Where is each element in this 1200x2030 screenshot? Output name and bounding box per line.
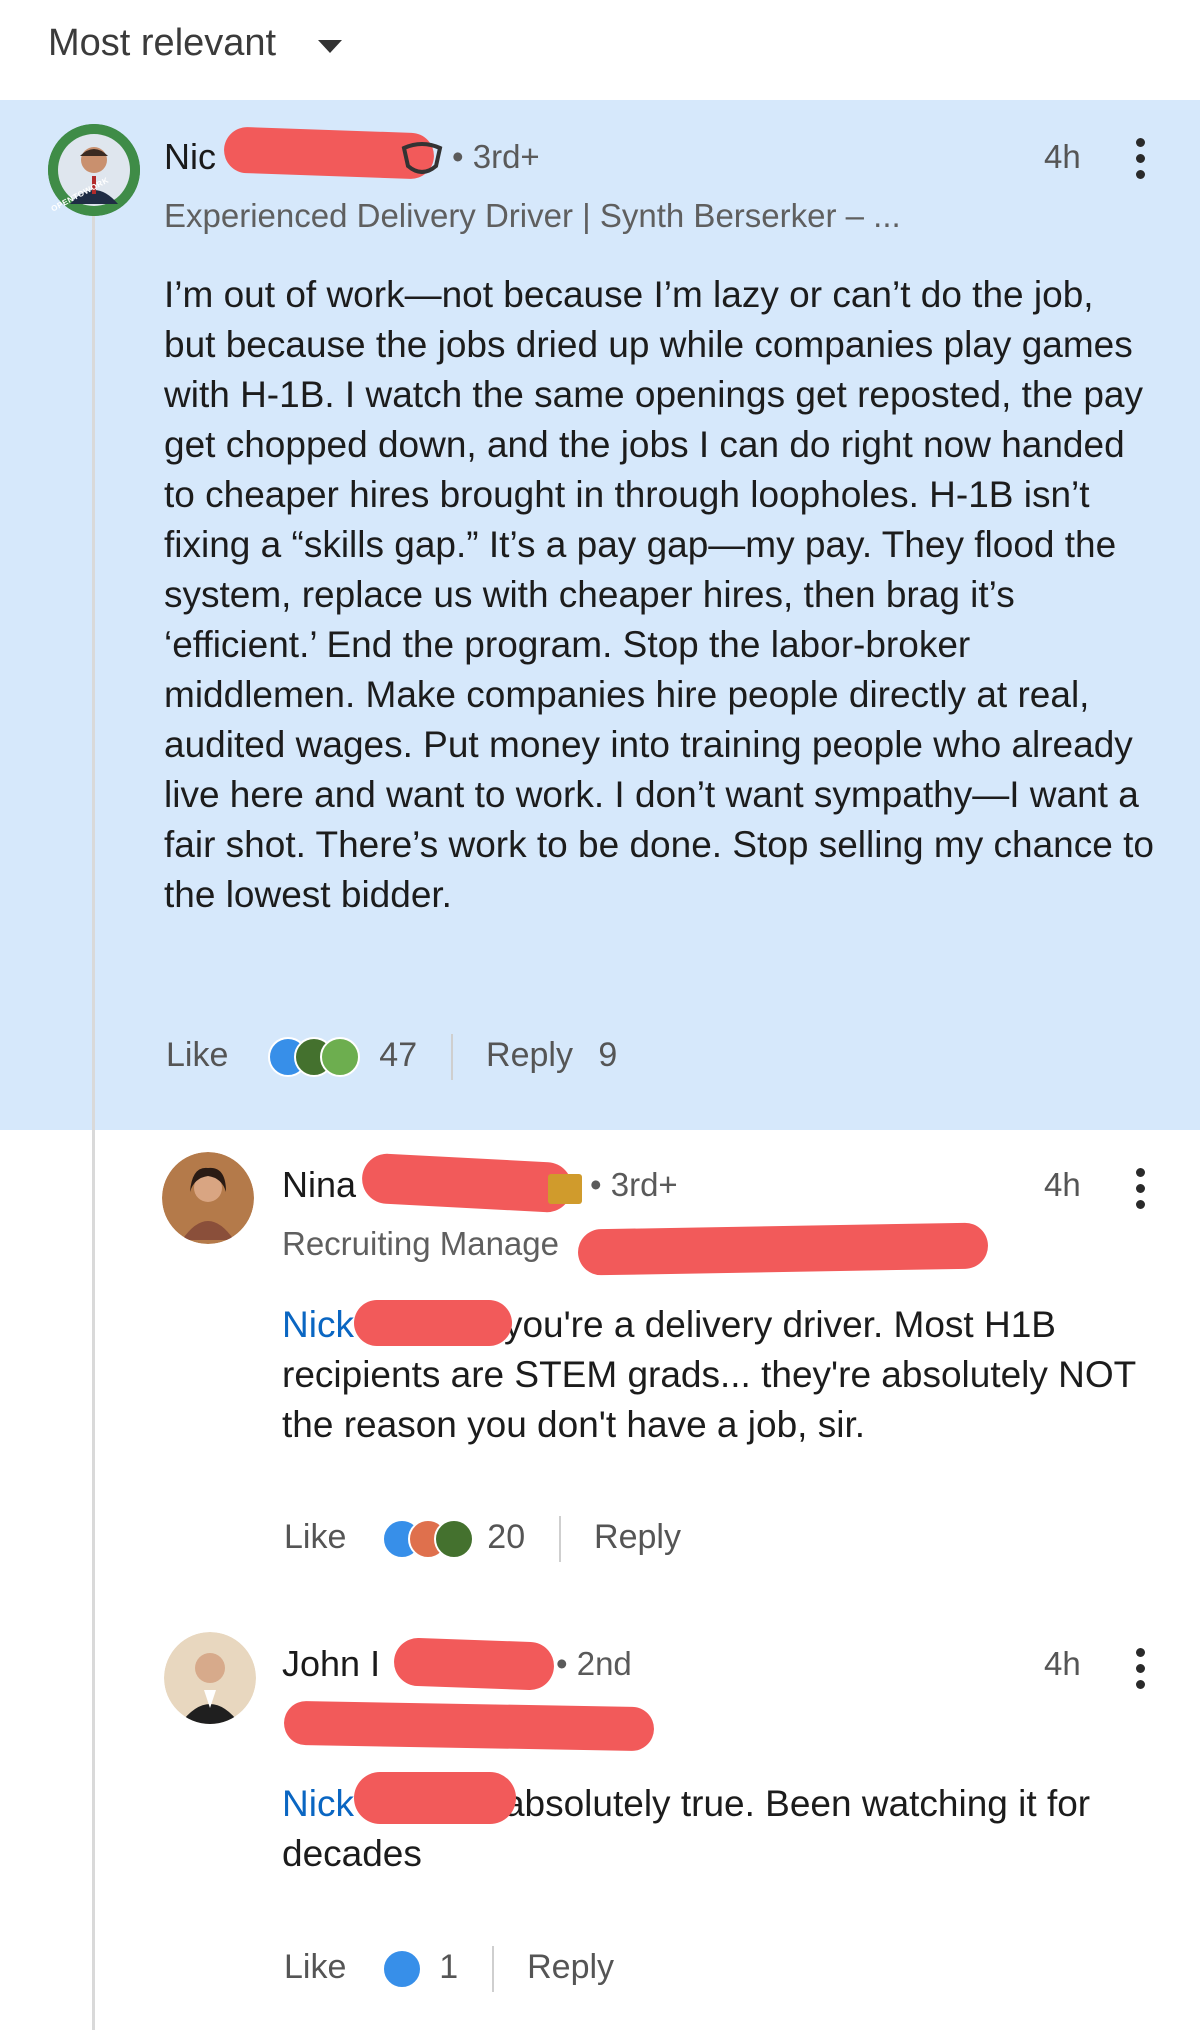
redaction-mark bbox=[393, 1637, 555, 1691]
reaction-icons[interactable] bbox=[381, 1519, 486, 1559]
author-name[interactable]: John I bbox=[282, 1643, 380, 1685]
sort-dropdown-label[interactable]: Most relevant bbox=[48, 22, 276, 65]
redaction-mark bbox=[354, 1772, 516, 1824]
author-name[interactable]: Nina bbox=[282, 1164, 356, 1206]
avatar[interactable] bbox=[162, 1152, 254, 1244]
more-options-icon[interactable] bbox=[1136, 138, 1148, 186]
connection-degree: • 3rd+ bbox=[452, 138, 540, 175]
reaction-count[interactable]: 1 bbox=[439, 1948, 458, 1986]
mention-link[interactable]: Nick bbox=[282, 1304, 354, 1345]
chevron-down-icon[interactable] bbox=[318, 40, 342, 53]
comment-actions: Like 1 Reply bbox=[284, 1946, 614, 1992]
comment-actions: Like 47 Reply 9 bbox=[166, 1034, 617, 1080]
mention-link[interactable]: Nick bbox=[282, 1783, 354, 1824]
like-button[interactable]: Like bbox=[284, 1948, 346, 1986]
reply-count[interactable]: 9 bbox=[598, 1036, 617, 1074]
avatar-photo bbox=[162, 1152, 254, 1244]
timestamp: 4h bbox=[1044, 138, 1081, 175]
shield-icon bbox=[401, 142, 443, 174]
divider bbox=[450, 1034, 453, 1080]
divider bbox=[491, 1946, 494, 1992]
reaction-icons[interactable] bbox=[381, 1949, 426, 1989]
redaction-mark bbox=[360, 1152, 574, 1214]
reply-button[interactable]: Reply bbox=[594, 1518, 681, 1556]
author-name[interactable]: Nic bbox=[164, 136, 216, 178]
celebrate-reaction-icon bbox=[433, 1519, 474, 1559]
avatar[interactable] bbox=[164, 1632, 256, 1724]
reply-button[interactable]: Reply bbox=[527, 1948, 614, 1986]
avatar-photo bbox=[164, 1632, 256, 1724]
like-button[interactable]: Like bbox=[284, 1518, 346, 1556]
thread-line bbox=[92, 200, 95, 2030]
connection-degree: • 3rd+ bbox=[590, 1166, 678, 1203]
reaction-count[interactable]: 47 bbox=[379, 1036, 417, 1074]
reply-button[interactable]: Reply bbox=[486, 1036, 573, 1074]
redaction-mark bbox=[283, 1700, 655, 1752]
comment-text: I’m out of work—not because I’m lazy or … bbox=[164, 274, 1154, 915]
reaction-count[interactable]: 20 bbox=[487, 1518, 525, 1556]
author-headline: Recruiting Manage bbox=[282, 1225, 559, 1262]
connection-degree: • 2nd bbox=[556, 1645, 632, 1682]
comment-actions: Like 20 Reply bbox=[284, 1516, 681, 1562]
more-options-icon[interactable] bbox=[1136, 1648, 1148, 1696]
like-button[interactable]: Like bbox=[166, 1036, 228, 1074]
like-reaction-icon bbox=[381, 1949, 422, 1989]
timestamp: 4h bbox=[1044, 1166, 1081, 1203]
redaction-mark bbox=[354, 1300, 512, 1346]
funny-reaction-icon bbox=[319, 1037, 360, 1077]
timestamp: 4h bbox=[1044, 1645, 1081, 1682]
divider bbox=[558, 1516, 561, 1562]
premium-icon bbox=[548, 1174, 582, 1204]
sort-bar: Most relevant bbox=[0, 0, 1200, 100]
redaction-mark bbox=[577, 1222, 989, 1276]
more-options-icon[interactable] bbox=[1136, 1168, 1148, 1216]
author-headline: Experienced Delivery Driver | Synth Bers… bbox=[164, 197, 901, 234]
reaction-icons[interactable] bbox=[267, 1037, 376, 1077]
